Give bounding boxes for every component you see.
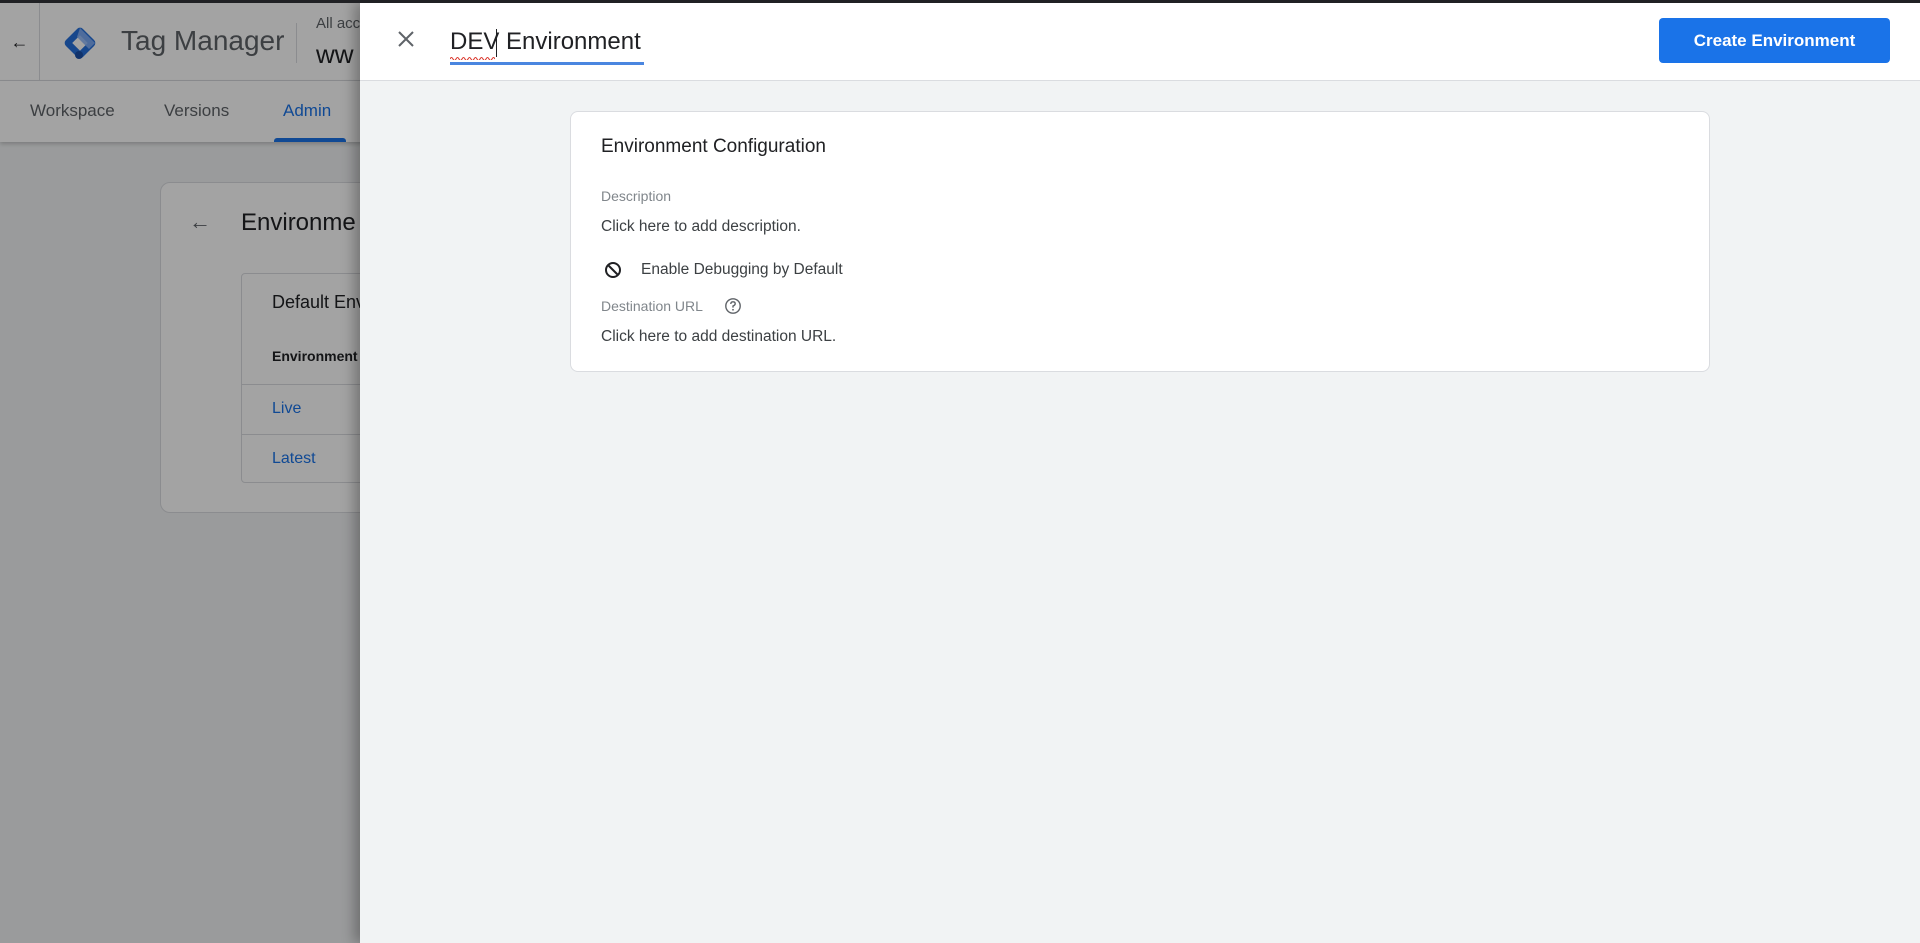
enable-debugging-label: Enable Debugging by Default (641, 261, 843, 278)
spellcheck-underline (450, 57, 495, 60)
destination-url-field[interactable]: Click here to add destination URL. (601, 328, 836, 346)
close-button[interactable] (390, 23, 422, 55)
enable-debugging-toggle[interactable]: Enable Debugging by Default (601, 258, 843, 282)
create-environment-panel: Create Environment Environment Configura… (360, 3, 1920, 943)
panel-header: Create Environment (360, 3, 1920, 81)
description-label: Description (601, 188, 672, 204)
close-icon (398, 31, 414, 47)
block-icon (601, 258, 625, 282)
card-title: Environment Configuration (601, 136, 826, 157)
text-caret (496, 29, 497, 57)
create-environment-button[interactable]: Create Environment (1659, 18, 1890, 63)
help-icon[interactable] (724, 297, 742, 315)
environment-configuration-card: Environment Configuration Description Cl… (570, 111, 1710, 372)
window-top-strip (0, 0, 1920, 3)
description-field[interactable]: Click here to add description. (601, 218, 801, 236)
destination-url-label: Destination URL (601, 298, 703, 314)
